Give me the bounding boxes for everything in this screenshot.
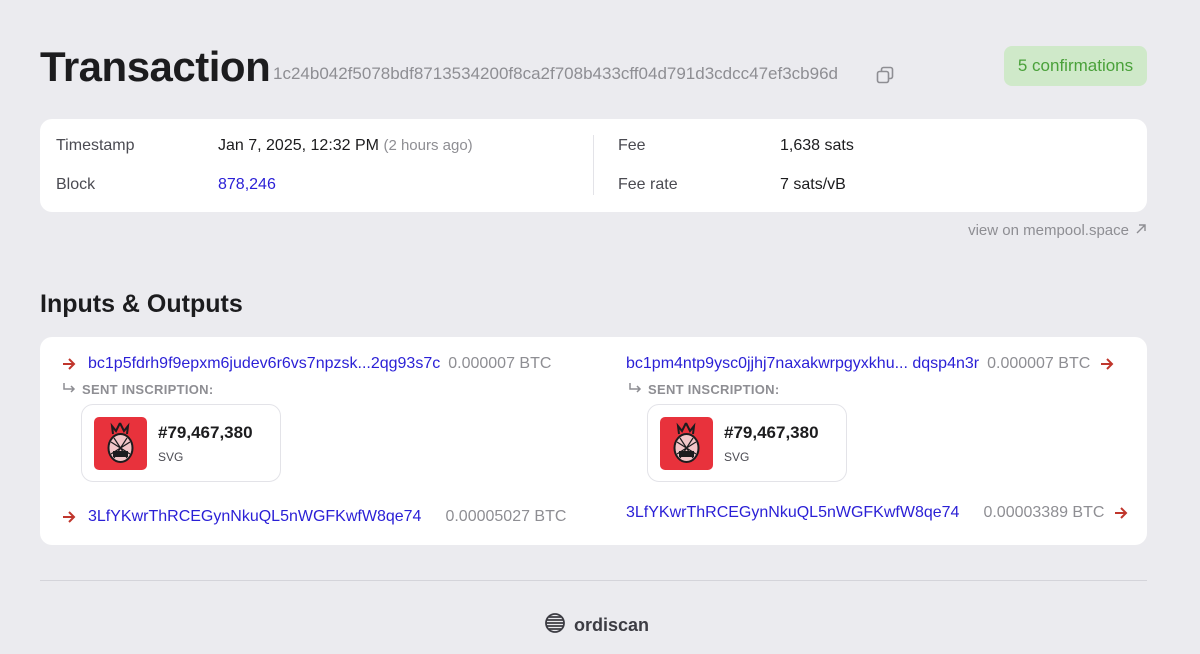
sent-inscription-label: SENT INSCRIPTION: [628, 382, 780, 397]
external-link-icon [1135, 222, 1147, 239]
reply-arrow-icon [628, 382, 642, 397]
input-row: bc1p5fdrh9f9epxm6judev6r6vs7npzsk...2qg9… [62, 353, 551, 375]
sent-inscription-label: SENT INSCRIPTION: [62, 382, 214, 397]
output-row: 3LfYKwrThRCEGynNkuQL5nWGFKwfW8qe74 0.000… [626, 502, 1130, 524]
output-amount: 0.000007 BTC [987, 355, 1091, 372]
mempool-link[interactable]: view on mempool.space [968, 222, 1147, 239]
input-address-link[interactable]: bc1p5fdrh9f9epxm6judev6r6vs7npzsk...2qg9… [88, 355, 440, 373]
arrow-right-icon [62, 354, 78, 375]
inscription-type: SVG [724, 450, 750, 464]
transaction-id[interactable]: 1c24b042f5078bdf8713534200f8ca2f708b433c… [273, 64, 838, 84]
pineapple-icon [673, 422, 700, 463]
footer-brand[interactable]: ordiscan [544, 612, 649, 639]
confirmations-badge: 5 confirmations [1004, 46, 1147, 86]
mempool-link-label: view on mempool.space [968, 222, 1129, 239]
output-row: bc1pm4ntp9ysc0jjhj7naxakwrpgyxkhu... dqs… [626, 353, 1116, 375]
timestamp-value: Jan 7, 2025, 12:32 PM (2 hours ago) [218, 137, 473, 155]
page-title: Transaction [40, 43, 271, 90]
input-amount: 0.000007 BTC [448, 355, 552, 372]
input-address-link[interactable]: 3LfYKwrThRCEGynNkuQL5nWGFKwfW8qe74 [88, 508, 421, 526]
reply-arrow-icon [62, 382, 76, 397]
section-title: Inputs & Outputs [40, 290, 243, 318]
fee-rate-value: 7 sats/vB [780, 176, 846, 193]
arrow-right-icon [62, 507, 78, 528]
inscription-card[interactable]: #79,467,380 SVG [81, 404, 281, 482]
block-link[interactable]: 878,246 [218, 176, 276, 194]
sent-inscription-text: SENT INSCRIPTION: [648, 382, 780, 397]
inscription-thumbnail [660, 417, 713, 470]
input-row: 3LfYKwrThRCEGynNkuQL5nWGFKwfW8qe74 0.000… [62, 506, 566, 528]
page-header: Transaction 1c24b042f5078bdf8713534200f8… [40, 40, 1147, 94]
arrow-right-icon [1114, 503, 1130, 524]
output-amount: 0.00003389 BTC [983, 504, 1105, 521]
timestamp-date: Jan 7, 2025, 12:32 PM [218, 137, 379, 154]
arrow-right-icon [1100, 354, 1116, 375]
copy-icon[interactable] [875, 65, 895, 85]
fee-rate-label: Fee rate [618, 176, 678, 193]
pineapple-icon [107, 422, 134, 463]
timestamp-relative: (2 hours ago) [383, 137, 473, 154]
fee-value: 1,638 sats [780, 137, 854, 154]
info-divider [593, 135, 594, 195]
inputs-outputs-card: bc1p5fdrh9f9epxm6judev6r6vs7npzsk...2qg9… [40, 337, 1147, 545]
inscription-card[interactable]: #79,467,380 SVG [647, 404, 847, 482]
output-address-link[interactable]: 3LfYKwrThRCEGynNkuQL5nWGFKwfW8qe74 [626, 504, 959, 522]
inscription-number: #79,467,380 [724, 423, 819, 442]
fee-label: Fee [618, 137, 646, 154]
inscription-thumbnail [94, 417, 147, 470]
sent-inscription-text: SENT INSCRIPTION: [82, 382, 214, 397]
block-label: Block [56, 176, 96, 193]
inscription-type: SVG [158, 450, 184, 464]
brand-name: ordiscan [574, 615, 650, 635]
timestamp-label: Timestamp [56, 137, 135, 154]
transaction-info-card: Timestamp Jan 7, 2025, 12:32 PM (2 hours… [40, 119, 1147, 212]
inscription-number: #79,467,380 [158, 423, 253, 442]
footer-divider [40, 580, 1147, 581]
ordiscan-logo-icon [544, 612, 566, 639]
output-address-link[interactable]: bc1pm4ntp9ysc0jjhj7naxakwrpgyxkhu... dqs… [626, 355, 979, 373]
input-amount: 0.00005027 BTC [445, 508, 567, 525]
